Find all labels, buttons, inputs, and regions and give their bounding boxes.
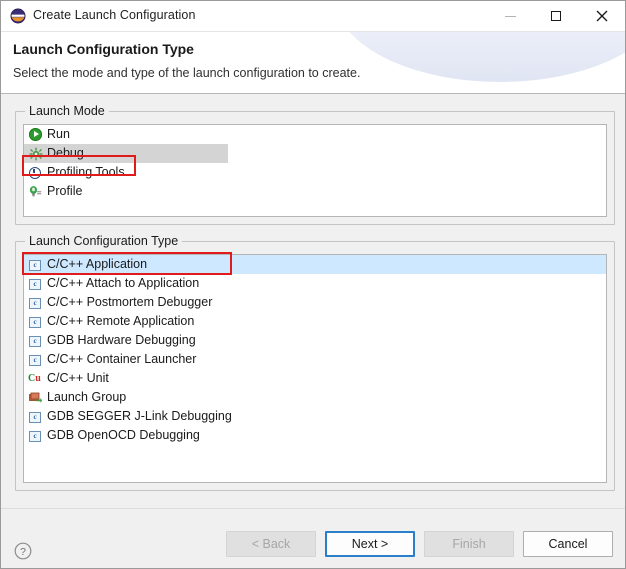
window-controls (487, 1, 625, 31)
maximize-icon[interactable] (533, 1, 579, 31)
c-file-icon: c (28, 295, 44, 311)
config-type-item-c-cpp-remote-application[interactable]: c C/C++ Remote Application (24, 312, 606, 331)
c-file-icon: c (28, 276, 44, 292)
dialog-button-bar: < Back Next > Finish Cancel (226, 531, 613, 557)
config-type-item-label: C/C++ Application (47, 257, 148, 272)
profile-icon (28, 184, 44, 200)
config-type-item-gdb-hardware-debugging[interactable]: c GDB Hardware Debugging (24, 331, 606, 350)
launch-mode-item-profiling-tools[interactable]: Profiling Tools (24, 163, 606, 182)
launch-mode-item-debug[interactable]: Debug (24, 144, 228, 163)
window-title: Create Launch Configuration (33, 8, 196, 22)
launch-mode-group: Launch Mode Run Debug Profiling Tools Pr… (15, 104, 615, 225)
help-icon[interactable]: ? (14, 542, 32, 560)
page-title: Launch Configuration Type (13, 41, 194, 57)
config-type-item-label: C/C++ Remote Application (47, 314, 195, 329)
launch-mode-item-profile[interactable]: Profile (24, 182, 606, 201)
minimize-icon[interactable] (487, 1, 533, 31)
svg-text:?: ? (20, 546, 26, 558)
launch-configuration-type-group-label: Launch Configuration Type (25, 234, 183, 248)
launch-group-icon (28, 390, 44, 406)
launch-mode-item-label: Profile (47, 184, 83, 199)
launch-mode-item-label: Debug (47, 146, 84, 161)
config-type-item-label: C/C++ Attach to Application (47, 276, 200, 291)
config-type-item-c-cpp-postmortem-debugger[interactable]: c C/C++ Postmortem Debugger (24, 293, 606, 312)
create-launch-configuration-dialog: Create Launch Configuration Launch Confi… (0, 0, 626, 569)
config-type-item-label: GDB OpenOCD Debugging (47, 428, 200, 443)
cunit-icon: Cu (28, 372, 41, 384)
next-button[interactable]: Next > (325, 531, 415, 557)
title-bar: Create Launch Configuration (1, 1, 625, 32)
launch-mode-item-label: Profiling Tools (47, 165, 125, 180)
page-subtitle: Select the mode and type of the launch c… (13, 66, 361, 80)
c-file-icon: c (28, 428, 44, 444)
header-decoration (335, 32, 625, 82)
config-type-item-label: Launch Group (47, 390, 127, 405)
back-button[interactable]: < Back (226, 531, 316, 557)
config-type-item-gdb-openocd-debugging[interactable]: c GDB OpenOCD Debugging (24, 426, 606, 445)
launch-mode-list[interactable]: Run Debug Profiling Tools Profile (23, 124, 607, 217)
config-type-item-label: GDB Hardware Debugging (47, 333, 196, 348)
profiling-tools-icon (28, 165, 44, 181)
config-type-item-label: GDB SEGGER J-Link Debugging (47, 409, 232, 424)
launch-mode-item-run[interactable]: Run (24, 125, 606, 144)
eclipse-icon (10, 8, 26, 24)
config-type-item-c-cpp-unit[interactable]: Cu C/C++ Unit (24, 369, 606, 388)
config-type-item-c-cpp-container-launcher[interactable]: c C/C++ Container Launcher (24, 350, 606, 369)
config-type-item-label: C/C++ Postmortem Debugger (47, 295, 213, 310)
launch-configuration-type-list[interactable]: c C/C++ Application c C/C++ Attach to Ap… (23, 254, 607, 483)
config-type-item-launch-group[interactable]: Launch Group (24, 388, 606, 407)
c-file-icon: c (28, 409, 44, 425)
config-type-item-label: C/C++ Container Launcher (47, 352, 197, 367)
close-icon[interactable] (579, 1, 625, 31)
run-icon (28, 127, 44, 143)
launch-configuration-type-group: Launch Configuration Type c C/C++ Applic… (15, 234, 615, 491)
dialog-body: Launch Mode Run Debug Profiling Tools Pr… (1, 94, 625, 509)
c-file-icon: c (28, 257, 44, 273)
c-file-icon: c (28, 352, 44, 368)
launch-mode-item-label: Run (47, 127, 70, 142)
config-type-item-c-cpp-application[interactable]: c C/C++ Application (24, 255, 606, 274)
config-type-item-gdb-segger-j-link-debugging[interactable]: c GDB SEGGER J-Link Debugging (24, 407, 606, 426)
c-file-icon: c (28, 314, 44, 330)
debug-icon (28, 146, 44, 162)
cancel-button[interactable]: Cancel (523, 531, 613, 557)
config-type-item-c-cpp-attach-to-application[interactable]: c C/C++ Attach to Application (24, 274, 606, 293)
c-file-icon: c (28, 333, 44, 349)
dialog-header: Launch Configuration Type Select the mod… (1, 32, 625, 94)
config-type-item-label: C/C++ Unit (47, 371, 109, 386)
finish-button[interactable]: Finish (424, 531, 514, 557)
launch-mode-group-label: Launch Mode (25, 104, 109, 118)
